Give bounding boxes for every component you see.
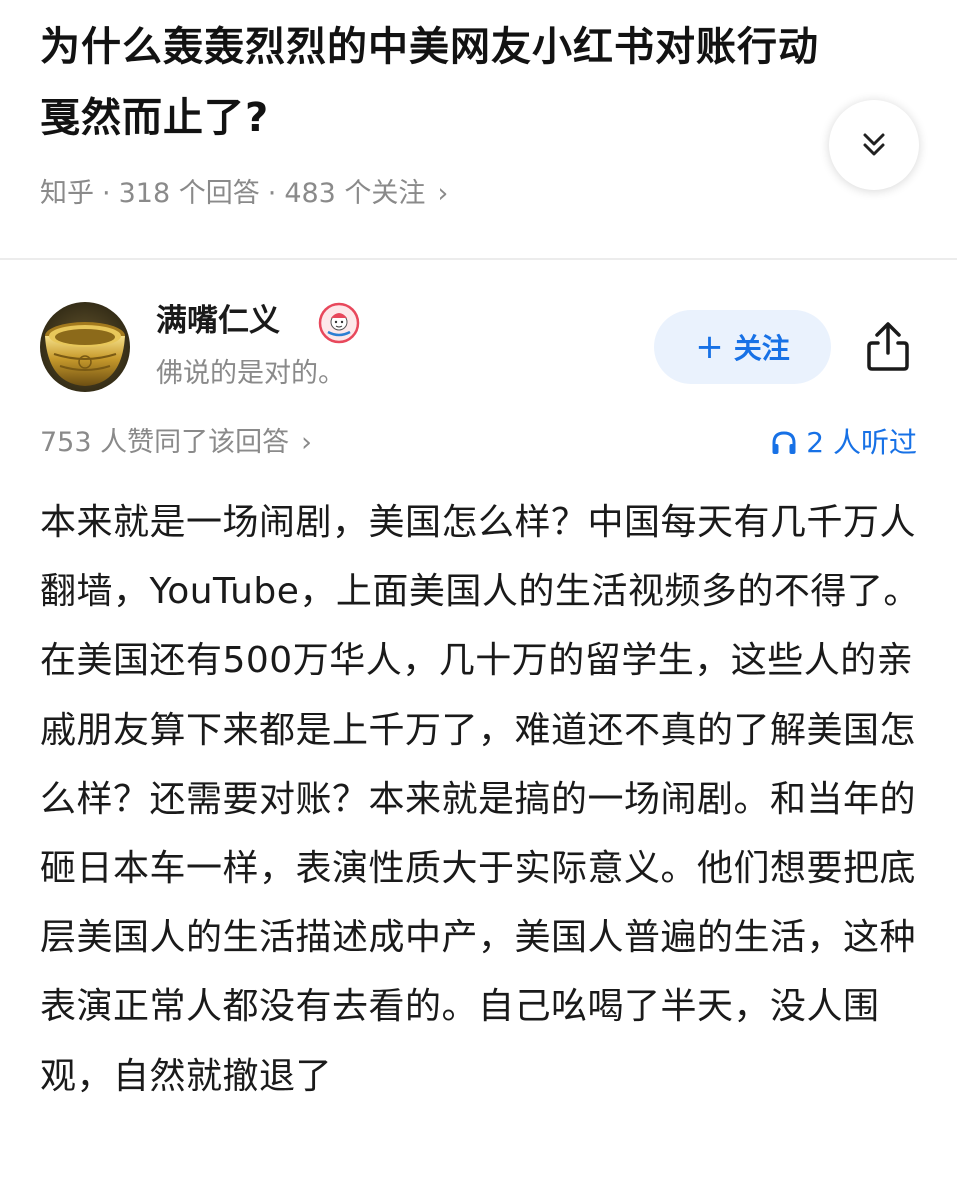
share-icon	[867, 322, 909, 371]
headphones-icon	[772, 431, 796, 454]
listened-text: 2 人听过	[806, 426, 917, 459]
double-chevron-down-icon	[863, 133, 885, 156]
cartoon-badge-icon	[318, 302, 360, 344]
golden-bowl-image	[40, 302, 130, 392]
author-avatar[interactable]	[40, 302, 130, 392]
share-button[interactable]	[858, 316, 918, 376]
chevron-right-icon: ›	[437, 178, 449, 209]
separator-dot: ·	[267, 178, 277, 209]
source-label: 知乎	[40, 178, 94, 209]
author-name[interactable]: 满嘴仁义	[156, 298, 280, 344]
answers-count: 318 个回答	[118, 178, 260, 209]
question-meta[interactable]: 知乎 · 318 个回答 · 483 个关注 ›	[40, 170, 448, 218]
expand-button[interactable]	[829, 100, 919, 190]
answer-body: 本来就是一场闹剧，美国怎么样？中国每天有几千万人翻墙，YouTube，上面美国人…	[40, 502, 920, 1097]
chevron-right-icon: ›	[301, 427, 312, 458]
section-divider	[0, 258, 957, 260]
follow-button[interactable]: + 关注	[654, 310, 831, 384]
plus-icon: +	[695, 327, 724, 367]
question-title: 为什么轰轰烈烈的中美网友小红书对账行动戛然而止了?	[40, 24, 819, 141]
separator-dot: ·	[102, 178, 111, 209]
listen-count[interactable]: 2 人听过	[770, 420, 917, 466]
follow-label: 关注	[733, 332, 790, 365]
upvote-text: 753 人赞同了该回答	[40, 427, 290, 458]
followers-count: 483 个关注	[284, 178, 426, 209]
author-bio: 佛说的是对的。	[156, 358, 345, 389]
upvote-summary[interactable]: 753 人赞同了该回答 ›	[40, 420, 312, 466]
